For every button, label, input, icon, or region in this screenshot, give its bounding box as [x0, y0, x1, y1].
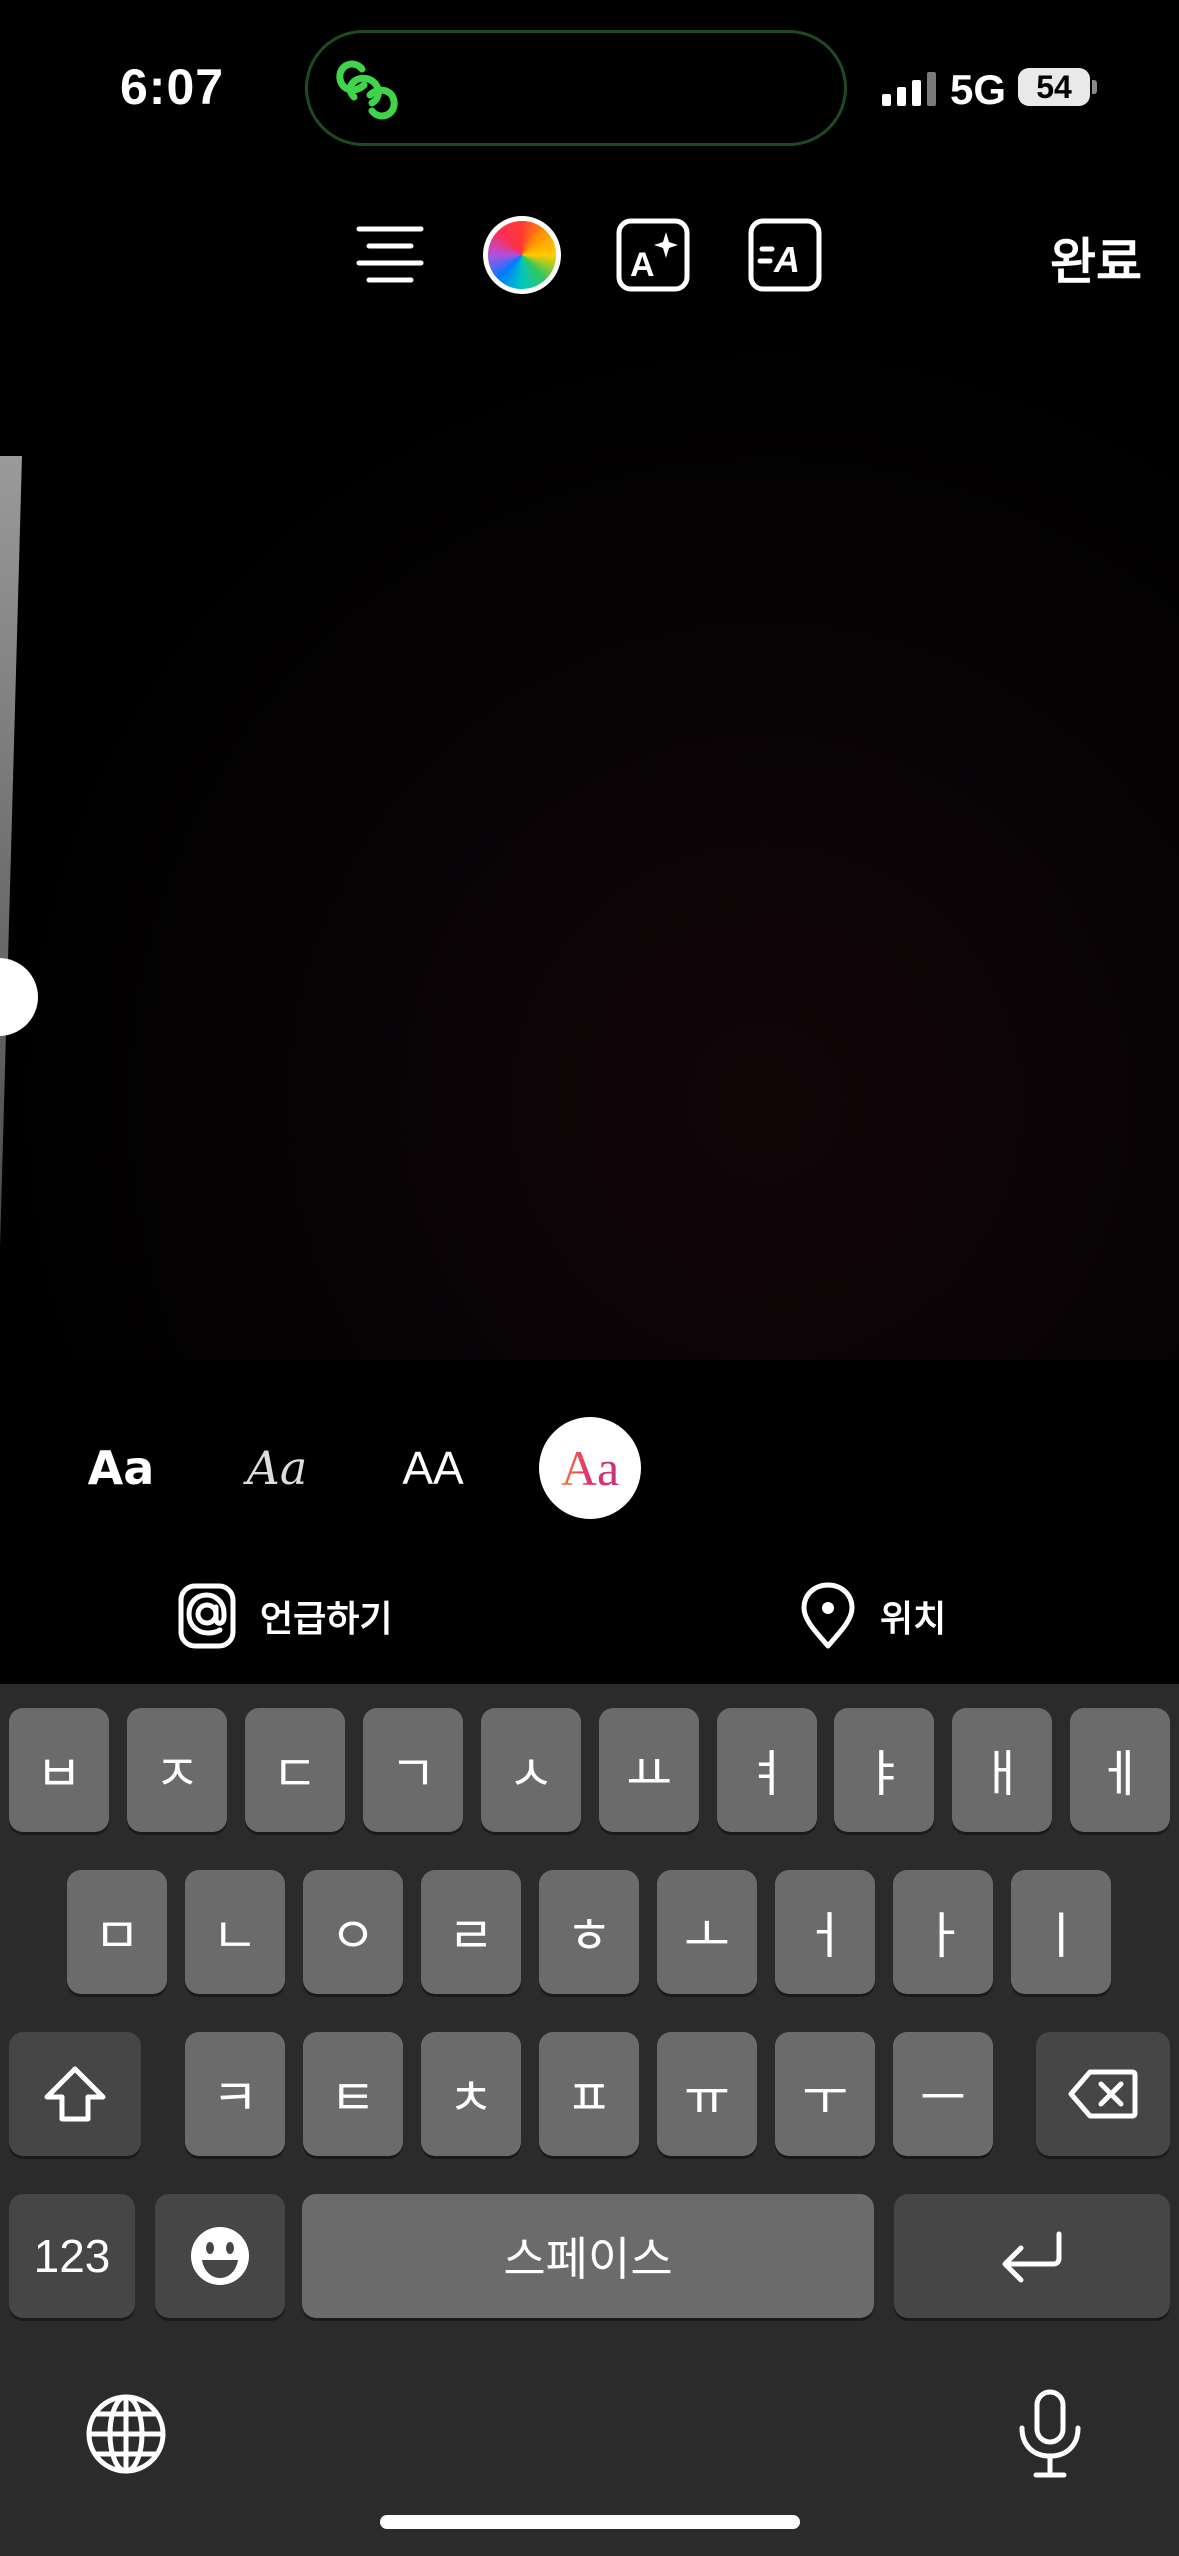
key-k[interactable]: ㅋ	[185, 2032, 285, 2156]
location-pin-icon	[801, 1582, 855, 1649]
key-r[interactable]: ㄹ	[421, 1870, 521, 1994]
key-s[interactable]: ㅅ	[481, 1708, 581, 1832]
key-d[interactable]: ㄷ	[245, 1708, 345, 1832]
key-eo[interactable]: ㅓ	[775, 1870, 875, 1994]
font-italic-serif-option[interactable]: Aa	[222, 1418, 332, 1518]
key-ae[interactable]: ㅐ	[952, 1708, 1052, 1832]
dictation-button[interactable]	[1012, 2388, 1088, 2480]
mention-at-icon	[178, 1583, 236, 1649]
key-u[interactable]: ㅜ	[775, 2032, 875, 2156]
key-e[interactable]: ㅔ	[1070, 1708, 1170, 1832]
text-effect-icon: A	[616, 218, 690, 292]
microphone-icon	[1019, 2389, 1081, 2478]
location-button[interactable]: 위치	[800, 1580, 946, 1652]
korean-keyboard: ㅂ ㅈ ㄷ ㄱ ㅅ ㅛ ㅕ ㅑ ㅐ ㅔ ㅁ ㄴ ㅇ ㄹ ㅎ ㅗ ㅓ ㅏ ㅣ ㅋ …	[0, 1684, 1179, 2556]
shift-arrow-icon	[44, 2066, 106, 2122]
key-g[interactable]: ㄱ	[363, 1708, 463, 1832]
align-center-icon	[356, 226, 424, 283]
dynamic-island	[305, 30, 847, 146]
shift-key[interactable]	[9, 2032, 141, 2156]
key-a[interactable]: ㅏ	[893, 1870, 993, 1994]
backspace-icon	[1068, 2069, 1138, 2119]
key-t[interactable]: ㅌ	[303, 2032, 403, 2156]
mention-label: 언급하기	[260, 1598, 393, 1639]
svg-text:A: A	[773, 239, 800, 280]
key-p[interactable]: ㅍ	[539, 2032, 639, 2156]
location-label: 위치	[880, 1598, 947, 1639]
key-yu[interactable]: ㅠ	[657, 2032, 757, 2156]
text-effect-button[interactable]: A	[615, 217, 691, 293]
font-serif-option-selected[interactable]: Aa	[539, 1417, 641, 1519]
done-button[interactable]: 완료	[1050, 222, 1142, 294]
emoji-key[interactable]	[155, 2194, 285, 2318]
svg-text:A: A	[630, 246, 655, 284]
return-key[interactable]	[894, 2194, 1170, 2318]
numbers-key[interactable]: 123	[9, 2194, 135, 2318]
text-animate-icon: A	[748, 218, 822, 292]
font-classic-option[interactable]: Aa	[66, 1418, 176, 1518]
key-n[interactable]: ㄴ	[185, 1870, 285, 1994]
key-m[interactable]: ㅁ	[67, 1870, 167, 1994]
font-strong-option[interactable]: AA	[378, 1418, 488, 1518]
align-center-button[interactable]	[352, 217, 428, 293]
space-key[interactable]: 스페이스	[302, 2194, 874, 2318]
key-ng[interactable]: ㅇ	[303, 1870, 403, 1994]
text-animation-button[interactable]: A	[747, 217, 823, 293]
status-time: 6:07	[120, 59, 225, 115]
key-o[interactable]: ㅗ	[657, 1870, 757, 1994]
key-ch[interactable]: ㅊ	[421, 2032, 521, 2156]
key-h[interactable]: ㅎ	[539, 1870, 639, 1994]
color-picker-button[interactable]	[483, 216, 561, 294]
battery-nub	[1092, 80, 1097, 94]
key-j[interactable]: ㅈ	[127, 1708, 227, 1832]
globe-button[interactable]	[84, 2392, 168, 2476]
network-type: 5G	[950, 66, 1007, 113]
link-chain-icon	[336, 60, 398, 120]
signal-icon	[882, 72, 936, 106]
key-ya[interactable]: ㅑ	[834, 1708, 934, 1832]
globe-icon	[86, 2394, 166, 2474]
key-eu[interactable]: ㅡ	[893, 2032, 993, 2156]
key-yeo[interactable]: ㅕ	[717, 1708, 817, 1832]
home-indicator[interactable]	[380, 2515, 800, 2529]
emoji-face-icon	[191, 2227, 249, 2285]
key-yo[interactable]: ㅛ	[599, 1708, 699, 1832]
key-i[interactable]: ㅣ	[1011, 1870, 1111, 1994]
battery-level: 54	[1018, 68, 1090, 106]
mention-button[interactable]: 언급하기	[178, 1580, 392, 1652]
story-canvas[interactable]	[0, 330, 1179, 1360]
return-arrow-icon	[1002, 2231, 1062, 2283]
backspace-key[interactable]	[1036, 2032, 1170, 2156]
font-serif-label: Aa	[560, 1440, 620, 1496]
key-b[interactable]: ㅂ	[9, 1708, 109, 1832]
